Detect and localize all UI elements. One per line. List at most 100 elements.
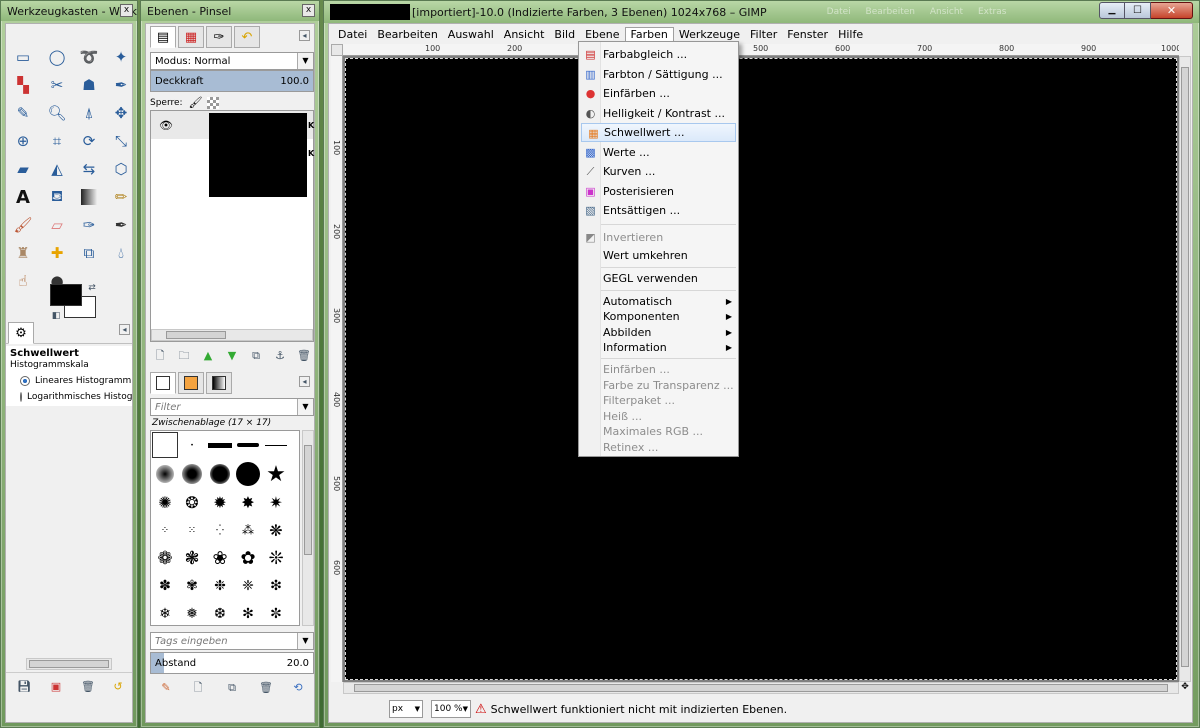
zoom-icon[interactable]: 🔍︎ — [46, 102, 68, 124]
perspective-icon[interactable]: ◭ — [46, 158, 68, 180]
brush-misc-3[interactable]: ❆ — [207, 601, 233, 625]
delete-options-icon[interactable]: 🗑︎ — [80, 679, 96, 695]
blend-icon[interactable] — [81, 189, 97, 205]
flip-icon[interactable]: ⇆ — [78, 158, 100, 180]
brush-texture-5[interactable]: ✷ — [263, 489, 289, 515]
menu-item-einfaerben[interactable]: ● Einfärben ... — [579, 84, 738, 103]
layer-list-hscroll-thumb[interactable] — [166, 331, 226, 339]
layer-mode-select[interactable]: Modus: Normal ▼ — [150, 52, 314, 70]
toolbox-hscrollbar[interactable] — [26, 658, 112, 670]
paths-icon[interactable]: ✒ — [110, 74, 132, 96]
clone-icon[interactable]: ♜ — [12, 242, 34, 264]
ruler-corner[interactable] — [331, 44, 343, 56]
edit-brush-icon[interactable]: ✎ — [158, 680, 174, 696]
refresh-brushes-icon[interactable]: ⟲ — [290, 680, 306, 696]
menu-farben[interactable]: Farben — [624, 26, 674, 42]
menu-fenster[interactable]: Fenster — [782, 28, 833, 41]
brush-splatter-5[interactable]: ❋ — [263, 517, 289, 543]
paths-tab[interactable]: ✑ — [206, 26, 232, 48]
eye-icon[interactable]: 👁︎ — [159, 119, 173, 132]
brush-tags-input[interactable]: Tags eingeben ▼ — [150, 632, 314, 650]
restore-options-icon[interactable]: ▣ — [48, 679, 64, 695]
menu-datei[interactable]: Datei — [333, 28, 372, 41]
menu-werkzeuge[interactable]: Werkzeuge — [674, 28, 745, 41]
brush-texture-1[interactable]: ✺ — [152, 489, 178, 515]
lower-layer-icon[interactable]: ▼ — [224, 348, 240, 364]
image-canvas[interactable] — [345, 58, 1177, 680]
close-button[interactable]: ✕ — [1151, 2, 1193, 19]
brush-fuzzy-3[interactable] — [207, 461, 233, 487]
menu-hilfe[interactable]: Hilfe — [833, 28, 868, 41]
brush-grunge-3[interactable]: ❉ — [207, 573, 233, 599]
brush-pixel[interactable]: • — [179, 432, 205, 458]
heal-icon[interactable]: ✚ — [46, 242, 68, 264]
brush-splatter-4[interactable]: ⁂ — [235, 517, 261, 543]
pencil-icon[interactable]: ✏ — [110, 186, 132, 208]
spacing-slider[interactable]: Abstand 20.0 — [150, 652, 314, 674]
menu-item-kurven[interactable]: ⟋ Kurven ... — [579, 162, 738, 181]
menu-bild[interactable]: Bild — [549, 28, 580, 41]
canvas-area[interactable] — [343, 56, 1179, 682]
canvas-hscrollbar[interactable] — [343, 682, 1179, 694]
menu-ebene[interactable]: Ebene — [580, 28, 624, 41]
linear-histogram-radio[interactable]: Lineares Histogramm — [20, 376, 131, 386]
raise-layer-icon[interactable]: ▲ — [200, 348, 216, 364]
horizontal-ruler[interactable]: 100 200 300 400 500 600 700 800 900 1000 — [343, 44, 1179, 56]
menu-item-entsaettigen[interactable]: ▧ Entsättigen ... — [579, 201, 738, 220]
unit-select[interactable]: px ▼ — [389, 700, 423, 718]
brush-pattern-4[interactable]: ✿ — [235, 545, 261, 571]
menu-item-schwellwert[interactable]: ▦ Schwellwert ... — [581, 123, 736, 142]
brush-texture-3[interactable]: ✹ — [207, 489, 233, 515]
layers-tab[interactable]: ▤ — [150, 26, 176, 48]
reset-options-icon[interactable]: ↺ — [110, 679, 126, 695]
menu-item-helligkeit-kontrast[interactable]: ◐ Helligkeit / Kontrast ... — [579, 104, 738, 123]
canvas-vscrollbar[interactable] — [1179, 56, 1191, 682]
brush-line-thick[interactable] — [207, 432, 233, 458]
crop-icon[interactable]: ⌗ — [46, 130, 68, 152]
toolbox-titlebar[interactable]: Werkzeugkasten - Werk... x — [1, 1, 137, 21]
image-titlebar[interactable]: [importiert]-10.0 (Indizierte Farben, 3 … — [324, 1, 1199, 23]
brush-pattern-2[interactable]: ❃ — [179, 545, 205, 571]
brush-line-mid[interactable] — [235, 432, 261, 458]
menu-item-posterisieren[interactable]: ▣ Posterisieren — [579, 182, 738, 201]
color-picker-icon[interactable]: ✎ — [12, 102, 34, 124]
shear-icon[interactable]: ▰ — [12, 158, 34, 180]
brush-clipboard[interactable] — [152, 432, 178, 458]
swap-colors-icon[interactable]: ⇄ — [84, 280, 100, 296]
brush-hard-circle[interactable] — [235, 461, 261, 487]
lock-pixels-icon[interactable]: 🖌︎ — [189, 96, 203, 109]
delete-brush-icon[interactable]: 🗑︎ — [258, 680, 274, 696]
duplicate-brush-icon[interactable]: ⧉ — [224, 680, 240, 696]
navigate-icon[interactable]: ✥ — [1179, 682, 1191, 694]
menu-item-farbton-saettigung[interactable]: ▥ Farbton / Sättigung ... — [579, 65, 738, 84]
new-brush-icon[interactable]: 🗋︎ — [190, 680, 206, 696]
menu-item-invertieren[interactable]: ◩ Invertieren — [579, 228, 738, 247]
menu-item-retinex[interactable]: Retinex ... — [579, 438, 738, 457]
foreground-select-icon[interactable]: ☗ — [78, 74, 100, 96]
brush-pattern-5[interactable]: ❊ — [263, 545, 289, 571]
delete-layer-icon[interactable]: 🗑︎ — [296, 348, 312, 364]
save-options-icon[interactable]: 💾︎ — [16, 679, 32, 695]
free-select-icon[interactable]: ➰ — [78, 46, 100, 68]
layer-group-icon[interactable]: 🗀︎ — [176, 348, 192, 364]
foreground-color-swatch[interactable] — [50, 284, 82, 306]
menu-ansicht[interactable]: Ansicht — [499, 28, 550, 41]
brush-line-thin[interactable] — [263, 432, 289, 458]
rect-select-icon[interactable]: ▭ — [12, 46, 34, 68]
scale-icon[interactable]: ⤡ — [110, 130, 132, 152]
airbrush-icon[interactable]: ✑ — [78, 214, 100, 236]
ellipse-select-icon[interactable]: ◯ — [46, 46, 68, 68]
menu-item-gegl[interactable]: GEGL verwenden — [579, 269, 738, 288]
brush-misc-2[interactable]: ❅ — [179, 601, 205, 625]
brush-grid-vscrollbar[interactable] — [302, 430, 314, 626]
layer-list-hscrollbar[interactable] — [151, 329, 313, 341]
cage-transform-icon[interactable]: ⬡ — [110, 158, 132, 180]
lock-alpha-icon[interactable] — [206, 96, 219, 109]
canvas-hscroll-thumb[interactable] — [354, 684, 1168, 692]
smudge-icon[interactable]: ☝ — [12, 270, 34, 292]
menu-bearbeiten[interactable]: Bearbeiten — [372, 28, 442, 41]
vertical-ruler[interactable]: 100 200 300 400 500 600 — [331, 56, 343, 682]
layers-titlebar[interactable]: Ebenen - Pinsel x — [141, 1, 319, 21]
brush-splatter-3[interactable]: ⁛ — [207, 517, 233, 543]
configure-tab-icon[interactable]: ◂ — [119, 324, 130, 335]
